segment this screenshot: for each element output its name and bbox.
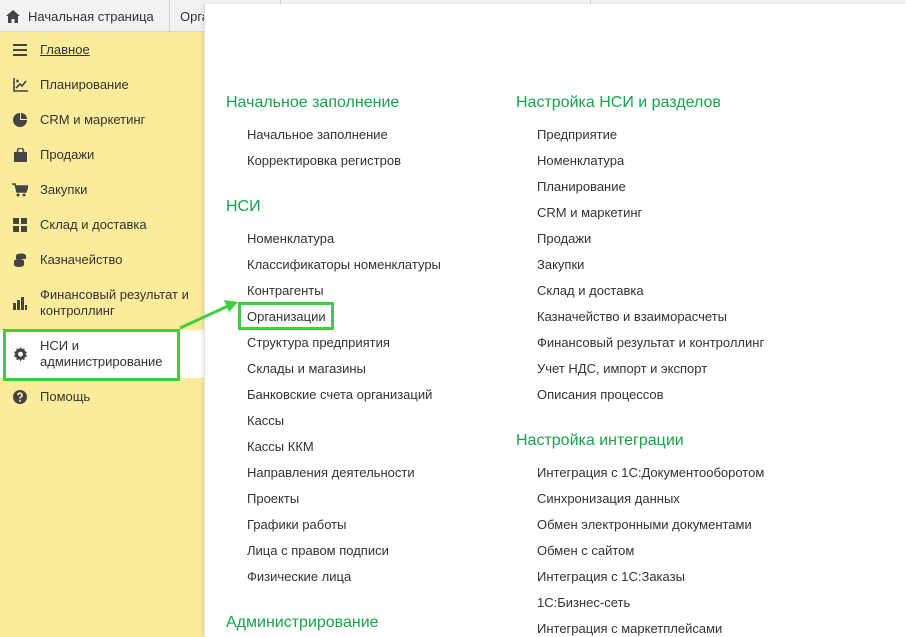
- link-enterprise-structure[interactable]: Структура предприятия: [247, 335, 390, 350]
- link-enterprise[interactable]: Предприятие: [537, 127, 617, 142]
- sidebar-item-planning[interactable]: Планирование: [0, 73, 204, 97]
- link-business-directions[interactable]: Направления деятельности: [247, 465, 415, 480]
- link-cash-desks[interactable]: Кассы: [247, 413, 284, 428]
- link-bank-accounts[interactable]: Банковские счета организаций: [247, 387, 432, 402]
- sidebar-item-label: Помощь: [40, 389, 91, 404]
- link-business-network[interactable]: 1С:Бизнес-сеть: [537, 595, 630, 610]
- link-organizations[interactable]: Организации: [247, 309, 326, 324]
- pie-chart-icon: [10, 110, 30, 130]
- tab-home-label: Начальная страница: [28, 8, 154, 24]
- link-settings-crm[interactable]: CRM и маркетинг: [537, 205, 642, 220]
- sidebar-item-label: НСИ и администрирование: [40, 338, 163, 369]
- link-site-exchange[interactable]: Обмен с сайтом: [537, 543, 634, 558]
- link-docflow-integration[interactable]: Интеграция с 1С:Документооборотом: [537, 465, 764, 480]
- menu-icon: [10, 40, 30, 60]
- sidebar-item-label: Казначейство: [40, 252, 123, 267]
- sidebar-item-main[interactable]: Главное: [0, 38, 204, 62]
- section-title-nsi: НСИ: [226, 198, 261, 215]
- section-title-initial-fill: Начальное заполнение: [226, 94, 400, 111]
- link-individuals[interactable]: Физические лица: [247, 569, 351, 584]
- sidebar-item-sales[interactable]: Продажи: [0, 143, 204, 167]
- sidebar-item-label: Планирование: [40, 77, 129, 92]
- sidebar-item-crm[interactable]: CRM и маркетинг: [0, 108, 204, 132]
- link-process-descriptions[interactable]: Описания процессов: [537, 387, 664, 402]
- section-title-integration: Настройка интеграции: [516, 432, 684, 449]
- shopping-bag-icon: [10, 145, 30, 165]
- section-title-administration: Администрирование: [226, 614, 379, 631]
- tab-home[interactable]: Начальная страница: [0, 0, 170, 32]
- help-icon: [10, 387, 30, 407]
- sidebar-item-label: Закупки: [40, 182, 88, 197]
- grid-icon: [10, 215, 30, 235]
- sidebar-item-label: Главное: [40, 42, 90, 57]
- link-register-correction[interactable]: Корректировка регистров: [247, 153, 401, 168]
- sidebar-item-finance[interactable]: Финансовый результат и контроллинг: [0, 284, 204, 322]
- sidebar-item-warehouse[interactable]: Склад и доставка: [0, 213, 204, 237]
- link-settings-finance[interactable]: Финансовый результат и контроллинг: [537, 335, 764, 350]
- link-counterparties[interactable]: Контрагенты: [247, 283, 324, 298]
- link-data-sync[interactable]: Синхронизация данных: [537, 491, 680, 506]
- coins-icon: [10, 250, 30, 270]
- link-work-schedules[interactable]: Графики работы: [247, 517, 346, 532]
- link-settings-sales[interactable]: Продажи: [537, 231, 591, 246]
- sidebar-item-treasury[interactable]: Казначейство: [0, 248, 204, 272]
- sidebar-item-help[interactable]: Помощь: [0, 385, 204, 409]
- link-nomenclature[interactable]: Номенклатура: [247, 231, 334, 246]
- sidebar-item-admin[interactable]: НСИ и администрирование: [0, 330, 204, 378]
- sidebar-item-purchases[interactable]: Закупки: [0, 178, 204, 202]
- link-marketplaces[interactable]: Интеграция с маркетплейсами: [537, 621, 722, 636]
- link-settings-purchases[interactable]: Закупки: [537, 257, 584, 272]
- link-settings-planning[interactable]: Планирование: [537, 179, 626, 194]
- link-signatories[interactable]: Лица с правом подписи: [247, 543, 389, 558]
- link-settings-warehouse[interactable]: Склад и доставка: [537, 283, 644, 298]
- sidebar-item-label: Финансовый результат и контроллинг: [40, 287, 189, 318]
- link-settings-treasury[interactable]: Казначейство и взаиморасчеты: [537, 309, 727, 324]
- link-cash-registers[interactable]: Кассы ККМ: [247, 439, 314, 454]
- bar-chart-icon: [10, 293, 30, 313]
- link-settings-vat[interactable]: Учет НДС, импорт и экспорт: [537, 361, 707, 376]
- sidebar-item-label: CRM и маркетинг: [40, 112, 146, 127]
- gear-icon: [10, 344, 30, 364]
- link-nomenclature-classifiers[interactable]: Классификаторы номенклатуры: [247, 257, 441, 272]
- link-initial-fill[interactable]: Начальное заполнение: [247, 127, 388, 142]
- sidebar-item-label: Склад и доставка: [40, 217, 147, 232]
- planning-icon: [10, 75, 30, 95]
- link-warehouses-stores[interactable]: Склады и магазины: [247, 361, 366, 376]
- link-projects[interactable]: Проекты: [247, 491, 299, 506]
- section-title-nsi-settings: Настройка НСИ и разделов: [516, 94, 721, 111]
- link-orders-integration[interactable]: Интеграция с 1С:Заказы: [537, 569, 685, 584]
- home-icon: [6, 9, 20, 23]
- sidebar-item-label: Продажи: [40, 147, 95, 162]
- link-edi[interactable]: Обмен электронными документами: [537, 517, 752, 532]
- sidebar: Главное Планирование CRM и маркетинг Про…: [0, 32, 204, 637]
- shopping-cart-icon: [10, 180, 30, 200]
- link-settings-nomenclature[interactable]: Номенклатура: [537, 153, 624, 168]
